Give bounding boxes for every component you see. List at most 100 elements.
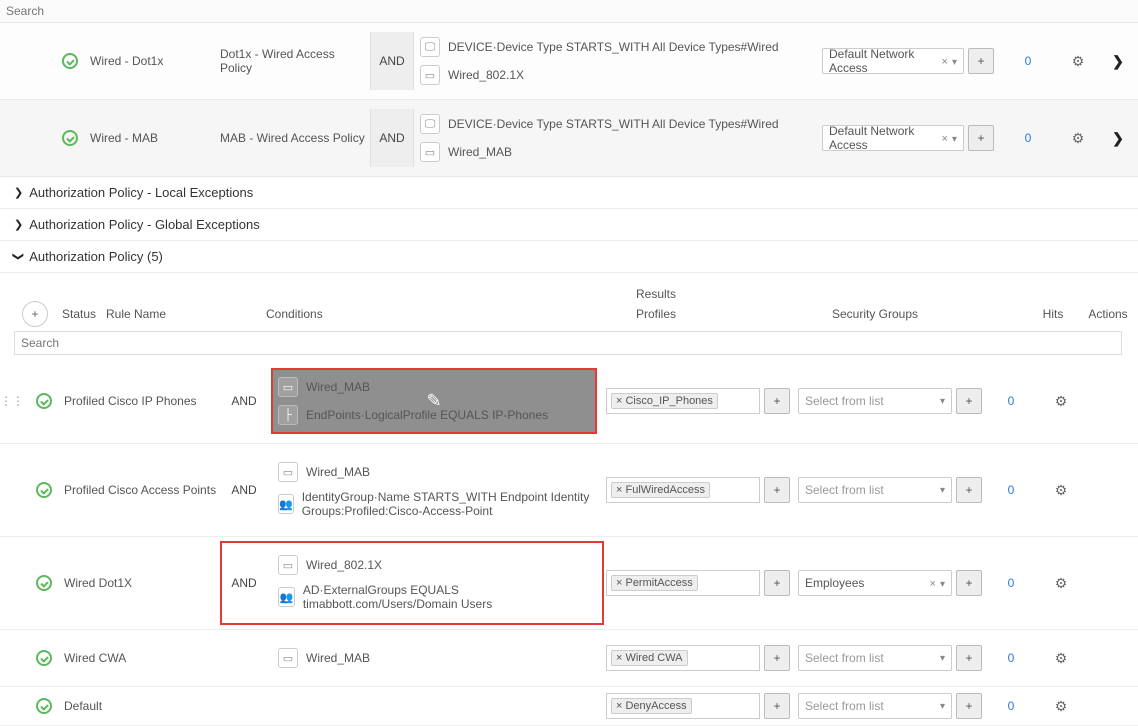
auth-search-input[interactable] <box>14 331 1122 355</box>
col-status: Status <box>56 307 106 321</box>
chevron-right-icon: ❯ <box>14 218 23 231</box>
logic-operator <box>222 698 266 714</box>
condition-text: Wired_MAB <box>306 465 370 479</box>
auth-rule-row: Wired CWA ▭Wired_MAB × Wired CWA + Selec… <box>0 630 1138 687</box>
box-icon: ▭ <box>278 462 298 482</box>
network-access-select[interactable]: Default Network Access×▾ <box>822 125 964 151</box>
rule-name: Wired - Dot1x <box>90 54 220 68</box>
conditions[interactable]: ▭Wired_MAB <box>266 636 602 680</box>
rule-name: Wired Dot1X <box>64 576 222 590</box>
status-icon <box>24 650 64 666</box>
logic-operator: AND <box>370 32 414 90</box>
security-group-select[interactable]: Select from list▾ <box>798 388 952 414</box>
search-input[interactable] <box>0 0 1138 23</box>
add-profile-button[interactable]: + <box>764 477 790 503</box>
status-icon <box>50 130 90 146</box>
profile-select[interactable]: × FulWiredAccess <box>606 477 760 503</box>
logic-operator: AND <box>222 450 266 530</box>
condition-text: DEVICE·Device Type STARTS_WITH All Devic… <box>448 117 779 131</box>
profile-select[interactable]: × Cisco_IP_Phones <box>606 388 760 414</box>
add-profile-button[interactable]: + <box>764 693 790 719</box>
conditions[interactable]: 🖵DEVICE·Device Type STARTS_WITH All Devi… <box>414 29 818 93</box>
security-group-select[interactable]: Select from list▾ <box>798 645 952 671</box>
hits-count[interactable]: 0 <box>998 131 1058 145</box>
add-secgroup-button[interactable]: + <box>956 477 982 503</box>
status-icon <box>24 393 64 409</box>
condition-text: EndPoints·LogicalProfile EQUALS IP-Phone… <box>306 408 548 422</box>
section-auth-policy[interactable]: ❯ Authorization Policy (5) <box>0 241 1138 273</box>
security-group-select[interactable]: Employees×▾ <box>798 570 952 596</box>
add-button[interactable]: + <box>968 48 994 74</box>
add-secgroup-button[interactable]: + <box>956 645 982 671</box>
conditions[interactable]: ▭Wired_802.1X👥AD·ExternalGroups EQUALS t… <box>266 543 602 623</box>
gear-icon[interactable] <box>1058 130 1098 147</box>
table-header: Status Rule Name Conditions Results Prof… <box>56 283 1138 327</box>
box-icon: ▭ <box>278 377 298 397</box>
group-icon: 👥 <box>278 587 295 607</box>
section-title: Authorization Policy - Global Exceptions <box>29 217 260 232</box>
col-results: Results <box>636 287 832 307</box>
status-icon <box>24 482 64 498</box>
hits-count[interactable]: 0 <box>986 394 1036 408</box>
conditions[interactable] <box>266 698 602 714</box>
col-actions: Actions <box>1078 307 1138 321</box>
gear-icon[interactable] <box>1036 698 1086 715</box>
gear-icon[interactable] <box>1036 575 1086 592</box>
gear-icon[interactable] <box>1058 53 1098 70</box>
profile-select[interactable]: × DenyAccess <box>606 693 760 719</box>
add-button[interactable]: + <box>968 125 994 151</box>
add-profile-button[interactable]: + <box>764 570 790 596</box>
box-icon: ▭ <box>278 648 298 668</box>
profile-tag: × FulWiredAccess <box>611 482 710 498</box>
rule-desc: Dot1x - Wired Access Policy <box>220 47 370 75</box>
logic-operator <box>222 636 266 680</box>
auth-rule-row: ⋮⋮ Profiled Cisco IP Phones AND ▭Wired_M… <box>0 359 1138 444</box>
section-local-exceptions[interactable]: ❯ Authorization Policy - Local Exception… <box>0 177 1138 209</box>
network-access-select[interactable]: Default Network Access×▾ <box>822 48 964 74</box>
expand-icon[interactable] <box>1098 53 1138 70</box>
auth-rule-row: Wired Dot1X AND ▭Wired_802.1X👥AD·Externa… <box>0 537 1138 630</box>
add-secgroup-button[interactable]: + <box>956 693 982 719</box>
profile-tag: × DenyAccess <box>611 698 692 714</box>
gear-icon[interactable] <box>1036 393 1086 410</box>
hits-count[interactable]: 0 <box>986 483 1036 497</box>
add-secgroup-button[interactable]: + <box>956 570 982 596</box>
profile-tag: × PermitAccess <box>611 575 698 591</box>
expand-icon[interactable] <box>1098 130 1138 147</box>
section-global-exceptions[interactable]: ❯ Authorization Policy - Global Exceptio… <box>0 209 1138 241</box>
profile-select[interactable]: × Wired CWA <box>606 645 760 671</box>
add-profile-button[interactable]: + <box>764 645 790 671</box>
condition-text: Wired_MAB <box>448 145 512 159</box>
conditions[interactable]: 🖵 DEVICE·Device Type STARTS_WITH All Devi… <box>414 106 818 170</box>
hits-count[interactable]: 0 <box>986 576 1036 590</box>
security-group-select[interactable]: Select from list▾ <box>798 693 952 719</box>
add-secgroup-button[interactable]: + <box>956 388 982 414</box>
gear-icon[interactable] <box>1036 650 1086 667</box>
status-icon <box>50 53 90 69</box>
logic-operator: AND <box>222 543 266 623</box>
hits-count[interactable]: 0 <box>986 699 1036 713</box>
profile-select[interactable]: × PermitAccess <box>606 570 760 596</box>
tree-icon: ├ <box>278 405 298 425</box>
auth-rule-row: Profiled Cisco Access Points AND ▭ Wired_… <box>0 444 1138 537</box>
conditions[interactable]: ▭Wired_MAB├EndPoints·LogicalProfile EQUA… <box>266 365 602 437</box>
add-rule-button[interactable]: + <box>22 301 48 327</box>
rule-desc: MAB - Wired Access Policy <box>220 131 370 145</box>
condition-text: IdentityGroup·Name STARTS_WITH Endpoint … <box>302 490 590 518</box>
monitor-icon: 🖵 <box>420 37 440 57</box>
drag-handle-icon[interactable]: ⋮⋮ <box>0 394 24 408</box>
conditions[interactable]: ▭ Wired_MAB 👥 IdentityGroup·Name STARTS_WIT… <box>266 450 602 530</box>
group-icon: 👥 <box>278 494 294 514</box>
hits-count[interactable]: 0 <box>986 651 1036 665</box>
add-profile-button[interactable]: + <box>764 388 790 414</box>
security-group-select[interactable]: Select from list▾ <box>798 477 952 503</box>
rule-name: Profiled Cisco Access Points <box>64 483 222 497</box>
box-icon: ▭ <box>420 142 440 162</box>
profile-tag: × Cisco_IP_Phones <box>611 393 718 409</box>
rule-name: Wired - MAB <box>90 131 220 145</box>
box-icon: ▭ <box>278 555 298 575</box>
condition-text: Wired_802.1X <box>448 68 524 82</box>
gear-icon[interactable] <box>1036 482 1086 499</box>
monitor-icon: 🖵 <box>420 114 440 134</box>
hits-count[interactable]: 0 <box>998 54 1058 68</box>
